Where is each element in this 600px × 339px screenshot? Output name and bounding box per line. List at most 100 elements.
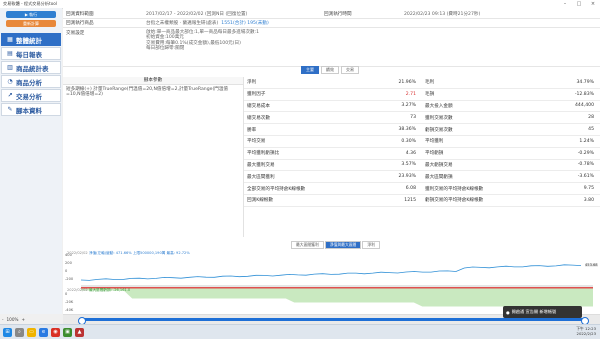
zero-drawdown-line [81, 287, 593, 289]
stat-label: 總交易次數 [247, 115, 270, 121]
stat-label: 虧損交易的平均持倉K線根數 [425, 198, 484, 204]
tab-trades[interactable]: 交易 [341, 66, 359, 74]
sidebar-nav: ▦ 整體統計 ▤ 每日報表 ▥ 商品統計表 ◔ 商品分析 ↗ 交易分析 ✎ 腳本資料 [0, 33, 62, 116]
params-text: 短多期線(+) 計量TrueRange(門溫值=20,N值倍增=2,計量True… [66, 87, 229, 98]
trend-icon: ↗ [7, 92, 13, 99]
tab-equity-drawdown[interactable]: 淨值與最大區間 [324, 241, 362, 249]
stat-label: 毛損 [425, 92, 435, 98]
scroll-track[interactable] [81, 318, 583, 321]
stats-row: 獲利因子 2.71 毛損 -12.83% [244, 89, 600, 101]
notification-text: 開啟通 宣告開 新增帳號 [511, 309, 557, 314]
backtest-info: 回測資料範圍 2017/02/17 - 2022/02/02 (回測N日 (回復… [63, 10, 600, 67]
table-icon: ▥ [7, 64, 13, 71]
stat-label: 平均虧損 [425, 151, 444, 157]
report-tabs: 主要 績效 交易 [301, 66, 359, 74]
stat-label: 虧損交易次數 [425, 127, 453, 133]
window-title: 交易軟體 - 程式交易分析tool [3, 1, 57, 6]
close-icon[interactable]: × [586, 1, 600, 7]
sidebar-item-product-analysis[interactable]: ◔ 商品分析 [1, 75, 61, 88]
stats-row: 淨利 21.96% 毛利 34.79% [244, 77, 600, 89]
stat-label: 勝率 [247, 127, 257, 133]
tab-performance[interactable]: 績效 [321, 66, 339, 74]
script-params-panel: 腳本參數 短多期線(+) 計量TrueRange(門溫值=20,N值倍增=2,計… [63, 77, 244, 237]
stat-value: 34.79% [576, 79, 594, 85]
stats-row: 平均獲利虧損比 4.36 平均虧損 -0.29% [244, 148, 600, 160]
stats-row: 總交易成本 3.27% 最大投入金額 444,400 [244, 101, 600, 113]
stat-label: 平均獲利 [425, 139, 444, 145]
calendar-icon: ▤ [7, 50, 13, 57]
stats-row: 最大區間獲利 23.93% 最大區間虧損 -3.61% [244, 171, 600, 184]
y-tick-label: -40K [65, 308, 74, 312]
sidebar-item-daily[interactable]: ▤ 每日報表 [1, 47, 61, 60]
browser-icon[interactable]: e [39, 327, 48, 337]
zoom-out-button[interactable]: - [2, 317, 4, 322]
stat-value: 28 [588, 115, 594, 121]
tray-date: 2022/2/23 [576, 331, 596, 336]
product-value: 台指之未權類股 · 蘭邁報生研(處表) [146, 21, 219, 26]
sidebar: ▶ 執行 重新計算 ▦ 整體統計 ▤ 每日報表 ▥ 商品統計表 ◔ 商品分析 ↗ 交易分析… [0, 8, 62, 314]
recalculate-button[interactable]: 重新計算 [6, 20, 56, 27]
bar-chart-icon: ▦ [7, 36, 13, 43]
maximize-icon[interactable]: □ [572, 1, 586, 7]
settings-value: 啟始:單一商品最大部位:1,單一商品每日最多進場次數:1 初始資金:100萬元 … [146, 30, 259, 52]
windows-start-icon[interactable]: ⊞ [3, 327, 12, 337]
tab-max-range-profit[interactable]: 最大區間獲利 [291, 241, 324, 249]
stat-value: -0.29% [577, 150, 594, 156]
sidebar-item-product-stats[interactable]: ▥ 商品統計表 [1, 61, 61, 74]
minimize-icon[interactable]: – [558, 1, 572, 7]
sidebar-item-overall[interactable]: ▦ 整體統計 [1, 33, 61, 46]
stat-label: 最大獲利交易 [247, 162, 275, 168]
stat-value: 45 [588, 127, 594, 133]
stat-value: 0.30% [401, 138, 416, 144]
y-tick-label: -20K [65, 300, 74, 304]
sidebar-item-trade-analysis[interactable]: ↗ 交易分析 [1, 89, 61, 102]
tab-main[interactable]: 主要 [301, 66, 319, 74]
sidebar-item-script[interactable]: ✎ 腳本資料 [1, 103, 61, 116]
exec-time-value: 2022/02/23 09:13 (費時21分27秒) [404, 12, 481, 17]
stat-label: 獲利交易的平均持倉K線根數 [425, 186, 484, 192]
stat-value: -3.61% [577, 174, 594, 180]
stats-row: 回測K線根數 1215 虧損交易的平均持倉K線根數 3.80 [244, 195, 600, 207]
stats-row: 最大獲利交易 3.57% 最大虧損交易 -0.78% [244, 160, 600, 172]
params-header: 腳本參數 [63, 77, 243, 85]
stats-row: 全部交易的平均持倉K線根數 6.08 獲利交易的平均持倉K線根數 9.75 [244, 183, 600, 195]
settings-label: 交易設定 [66, 31, 85, 36]
stat-value: 73 [410, 115, 416, 121]
range-label: 回測資料範圍 [66, 12, 94, 17]
stat-label: 最大區間獲利 [247, 174, 275, 180]
stat-value: -0.78% [577, 162, 594, 168]
stat-value: 1.24% [579, 138, 594, 144]
zoom-bar: - 100% + [0, 314, 64, 324]
stat-value: 3.80 [583, 197, 594, 203]
stat-value: 23.93% [398, 174, 416, 180]
info-row-settings: 交易設定 啟始:單一商品最大部位:1,單一商品每日最多進場次數:1 初始資金:1… [63, 28, 600, 67]
chrome-icon[interactable]: ◉ [51, 327, 60, 337]
stats-row: 勝率 38.36% 虧損交易次數 45 [244, 124, 600, 136]
zoom-in-button[interactable]: + [22, 317, 26, 322]
product-count-link[interactable]: 1551(合計) 195(未動) [221, 20, 268, 26]
info-row-range: 回測資料範圍 2017/02/17 - 2022/02/02 (回測N日 (回復… [63, 10, 600, 19]
folder-icon[interactable]: ▭ [27, 327, 36, 337]
main-panel: 回測資料範圍 2017/02/17 - 2022/02/02 (回測N日 (回復… [63, 8, 600, 322]
stat-label: 最大虧損交易 [425, 162, 453, 168]
app-icon[interactable]: ▣ [63, 327, 72, 337]
chart-date-bottom: 2022/02/02 [67, 288, 88, 292]
stat-label: 獲利因子 [247, 92, 266, 98]
chart-last-value: 453.68 [585, 263, 598, 267]
stat-value: 9.75 [583, 186, 594, 192]
stat-label: 最大區間虧損 [425, 174, 453, 180]
search-icon[interactable]: ⌕ [15, 327, 24, 337]
stats-table: 淨利 21.96% 毛利 34.79% 獲利因子 2.71 毛損 -12.83% 總交易成本 3.… [244, 77, 600, 207]
stat-value: 3.27% [401, 103, 416, 109]
stat-value: 3.57% [401, 162, 416, 168]
run-button[interactable]: ▶ 執行 [6, 11, 56, 18]
tab-net-profit[interactable]: 淨利 [362, 241, 380, 249]
stat-label: 獲利交易次數 [425, 115, 453, 121]
stats-row: 總交易次數 73 獲利交易次數 28 [244, 112, 600, 125]
stat-value: 444,400 [575, 103, 594, 109]
notification-toast[interactable]: ● 開啟通 宣告開 新增帳號 [503, 306, 582, 318]
trading-app-icon[interactable]: ▲ [75, 327, 84, 337]
exec-time-label: 回測執行時間 [324, 12, 352, 17]
stat-value: -12.83% [574, 91, 594, 97]
stat-label: 全部交易的平均持倉K線根數 [247, 186, 306, 192]
